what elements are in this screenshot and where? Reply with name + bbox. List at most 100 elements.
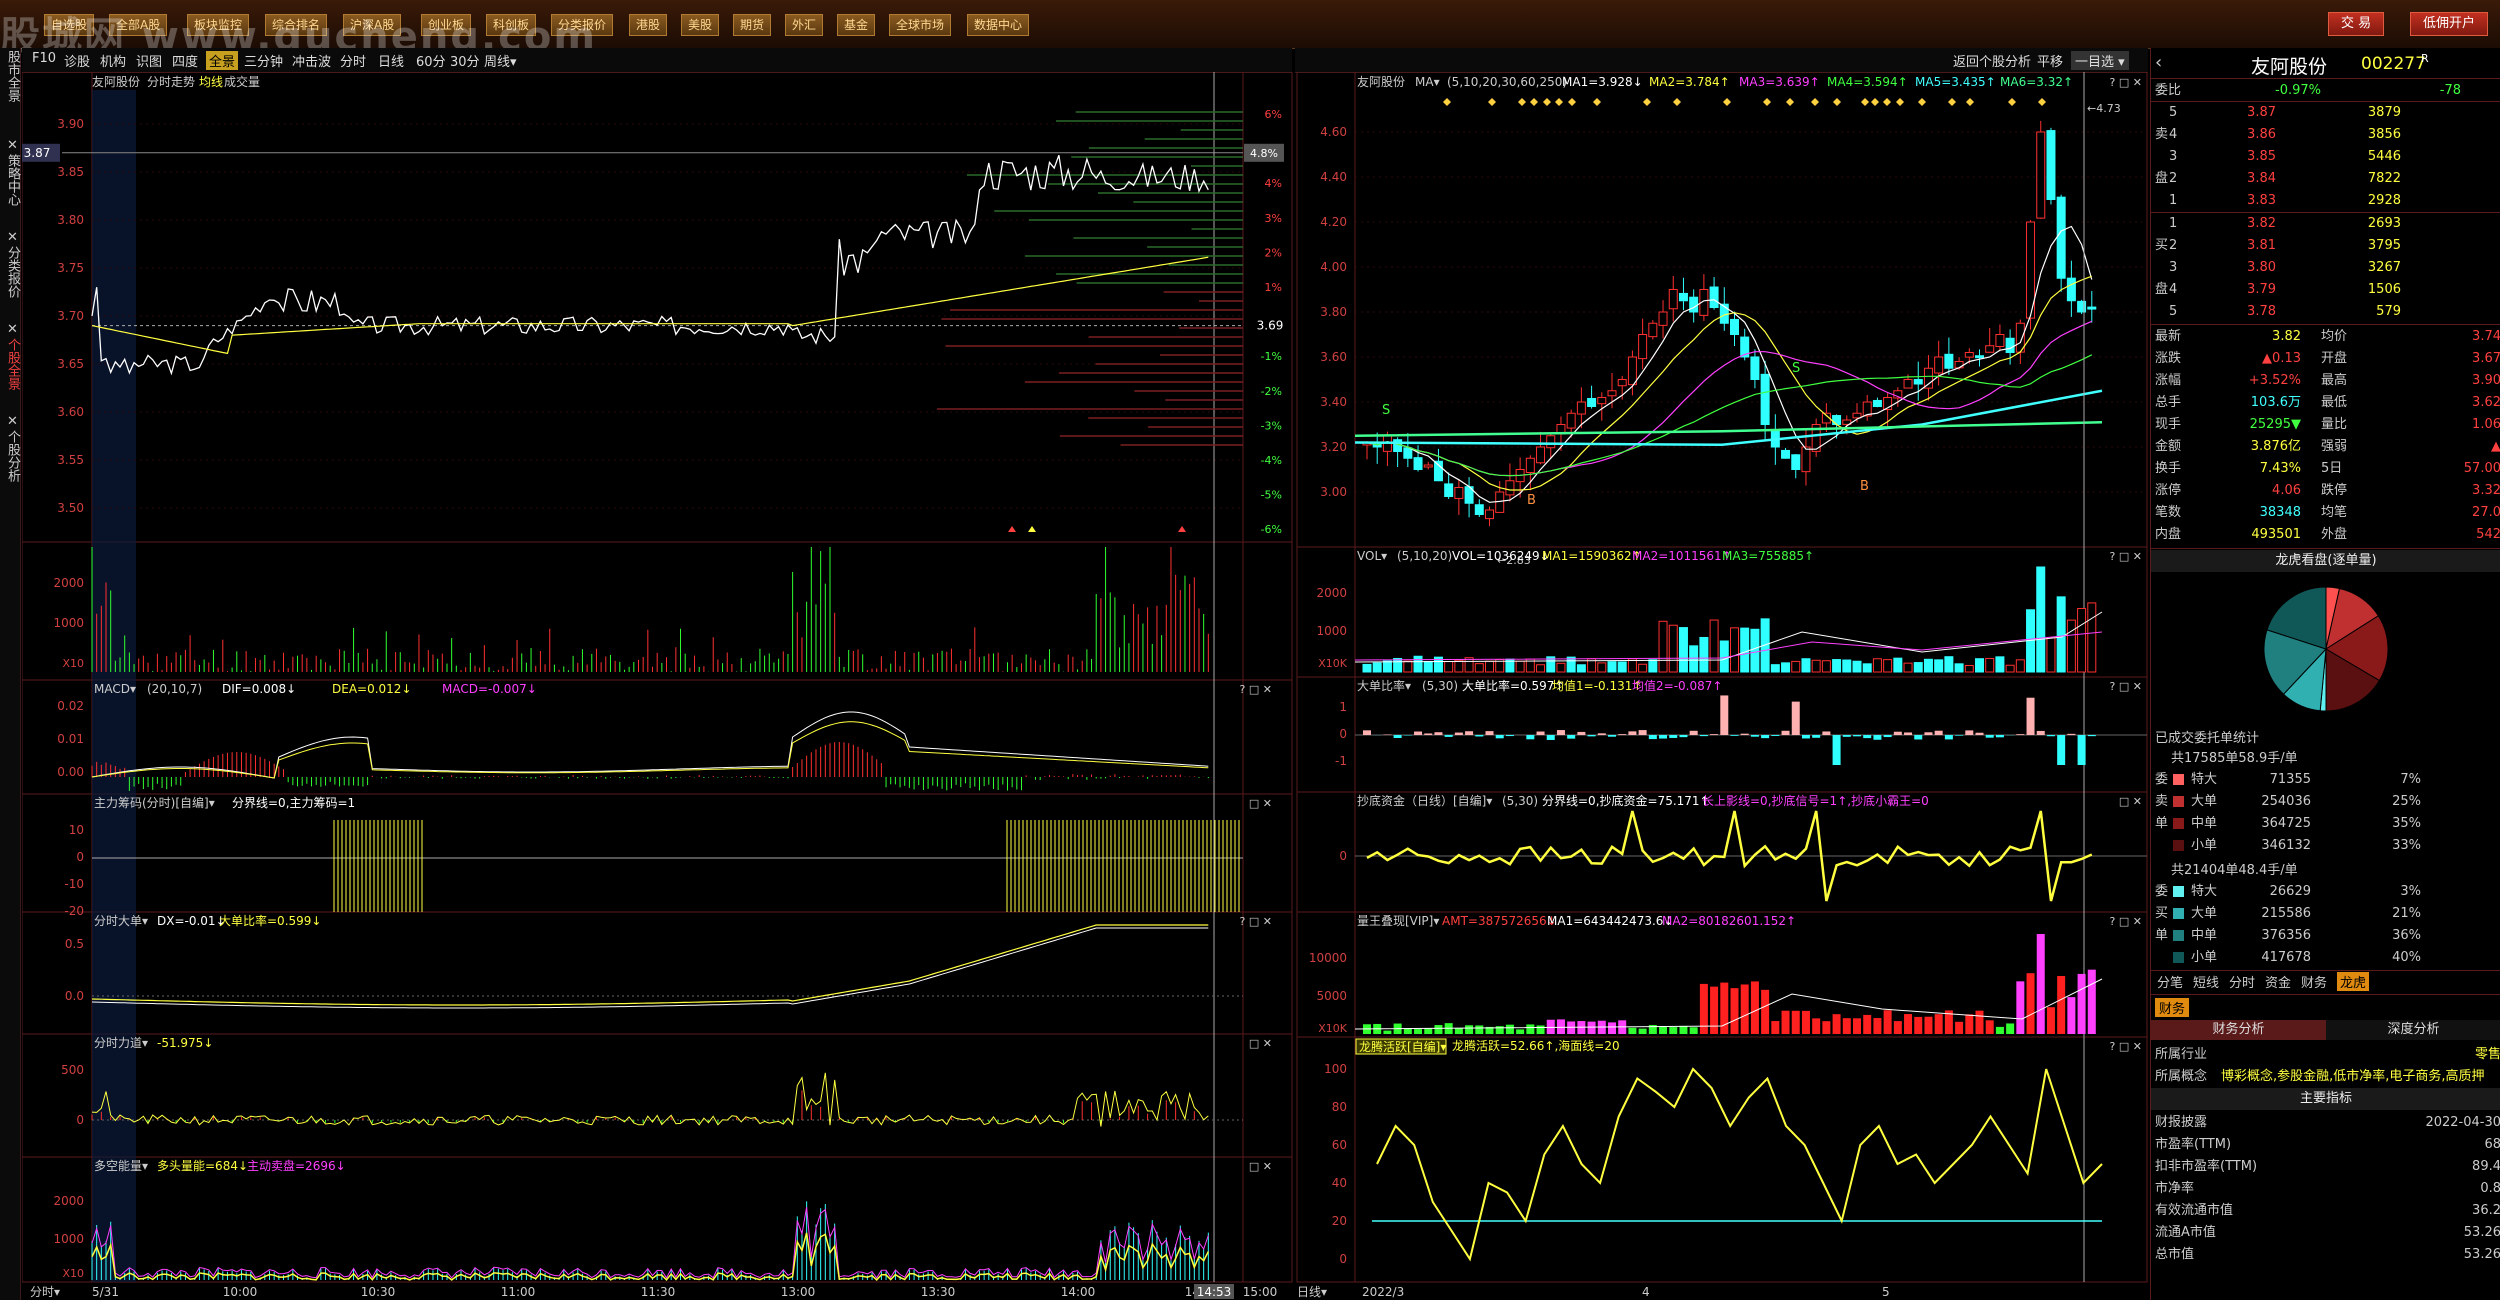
pct-tick: -3% [1261,419,1282,432]
pct-tick: 2% [1265,246,1282,259]
time-tick: 13:30 [921,1285,956,1299]
finance-row: 财报披露 2022-04-30 [2151,1112,2500,1133]
toolbar-item-8[interactable]: 分时 [340,51,366,70]
legend-swatch [2173,818,2184,829]
vol-bar [1648,659,1658,673]
finance-subtab-0[interactable]: 财务分析 [2151,1020,2326,1040]
quote-tab-4[interactable]: 财务 [2301,972,2327,991]
toolbar-item-1[interactable]: 诊股 [64,51,90,70]
menu-button-12[interactable]: 基金 [837,14,876,36]
buy-order-row-cell: 21% [2392,906,2421,921]
lw-bar [1679,1025,1688,1034]
toolbar-item-6[interactable]: 三分钟 [244,51,283,70]
finance-subtab-1[interactable]: 深度分析 [2326,1020,2500,1040]
legend-swatch [2173,908,2184,919]
dadan-tick: 0.0 [65,989,84,1003]
menu-button-14[interactable]: 数据中心 [967,14,1030,36]
sell-order-row: 委 特大 71355 7% [2151,769,2500,790]
menu-button-9[interactable]: 美股 [681,14,720,36]
quote-tab-1[interactable]: 短线 [2193,972,2219,991]
quote-tab-2[interactable]: 分时 [2229,972,2255,991]
prev-close-label: 3.69 [1257,319,1284,333]
current-price-tag: 3.87 [24,146,51,160]
daily-period-selector: 日线▾ [1297,1285,1327,1299]
sell-level-cell: 卖 [2155,127,2169,142]
close-icon[interactable]: ✕ [0,322,20,337]
quote-stat-cell: 5日 [2321,461,2343,476]
ma5-line [1366,225,2093,503]
pan-button[interactable]: 平移 [2037,51,2063,70]
quote-stat-cell: ▲ [2491,439,2500,454]
vol-bar [1454,659,1464,673]
toolbar-item-9[interactable]: 日线 [378,51,404,70]
ddbl-bar [1536,731,1545,735]
panel-frame [22,679,1293,795]
toolbar-item-3[interactable]: 识图 [136,51,162,70]
vol-tick: 1000 [53,616,84,630]
vol-bar [1362,663,1372,673]
quote-tab-0[interactable]: 分笔 [2157,972,2183,991]
toolbar-item-10[interactable]: 60分 [416,51,446,70]
panel-frame [22,911,1293,1035]
toolbar-item-5[interactable]: 全景 [206,51,239,70]
close-icon[interactable]: ✕ [0,138,20,153]
tab-category-quote[interactable]: 分类报价 [0,246,20,298]
open-account-button[interactable]: 低佣开户 [2410,12,2489,36]
toolbar-item-7[interactable]: 冲击波 [292,51,331,70]
bear-line [91,1207,1209,1279]
quote-panel: ‹ 友阿股份 002277 R 委比 -0.97% -78 5 3.87 3879 卖 4 3.… [2150,48,2500,1300]
vol-bar [1821,660,1831,673]
close-icon[interactable]: ✕ [0,414,20,429]
intraday-title: 友阿股份 [92,75,140,89]
lw-bar [1812,1018,1821,1034]
buy-order-row-cell: 26629 [2269,884,2311,899]
back-to-analysis-link[interactable]: 返回个股分析 [1953,51,2031,70]
quote-stat-cell: 493501 [2251,527,2301,542]
tab-market-overview[interactable]: 股市全景 [0,50,20,102]
lidao-name: 分时力道▾ [94,1036,148,1050]
menu-button-11[interactable]: 外汇 [785,14,824,36]
toolbar-item-12[interactable]: 周线▾ [484,51,517,70]
buy-level-cell: 3267 [2367,260,2401,275]
ddbl-bar [1363,730,1371,735]
buy-level-cell: 5 [2169,304,2178,319]
quote-tab-3[interactable]: 资金 [2265,972,2291,991]
panel-controls-icon: □ ✕ [2119,795,2142,808]
quote-tab-5[interactable]: 龙虎 [2337,972,2370,991]
back-arrow-icon[interactable]: ‹ [2155,52,2162,73]
panel-controls-icon: □ ✕ [1249,1160,1272,1173]
panel-controls-icon: ? □ ✕ [2110,550,2142,563]
lw-bar [1904,1014,1913,1034]
finance-row: 有效流通市值 36.2 [2151,1200,2500,1221]
menu-button-10[interactable]: 期货 [733,14,772,36]
sell-level-cell: 2928 [2367,193,2401,208]
close-icon[interactable]: ✕ [0,230,20,245]
price-tick: 3.60 [57,405,84,419]
lw-bar [1873,1018,1882,1034]
toolbar-item-2[interactable]: 机构 [100,51,126,70]
menu-button-13[interactable]: 全球市场 [889,14,952,36]
trade-button[interactable]: 交 易 [2328,12,2385,36]
menu-button-8[interactable]: 港股 [629,14,668,36]
sell-order-row-cell: 7% [2400,772,2421,787]
ddbl-bar [1444,735,1453,737]
tab-stock-analysis[interactable]: 个股分析 [0,430,20,482]
signal-diamond [1786,98,1794,106]
toolbar-item-0[interactable]: F10 [32,51,56,66]
candle-body [1872,399,1882,407]
finance-row-cell: 财报披露 [2155,1115,2208,1130]
legend-swatch [2173,886,2184,897]
vol-params: (5,10,20) [1397,549,1452,563]
tab-strategy-center[interactable]: 策略中心 [0,154,20,206]
tab-stock-overview[interactable]: 个股全景 [0,338,20,390]
lw-amt: AMT=387572656↓ [1442,914,1557,928]
ddbl-bar [1975,732,1984,735]
quick-select-dropdown[interactable]: 一目选 ▾ [2071,51,2129,70]
finance-tab[interactable]: 财务 [2155,998,2190,1017]
quote-stat: 笔数 38348 均笔 27.0 [2151,502,2500,523]
toolbar-item-4[interactable]: 四度 [172,51,198,70]
left-nav-tabs: 股市全景 ✕ 策略中心 ✕ 分类报价 ✕ 个股全景 ✕ 个股分析 [0,48,21,1300]
quote-stat-cell: 开盘 [2321,351,2348,366]
signal-diamond [1896,98,1904,106]
toolbar-item-11[interactable]: 30分 [450,51,480,70]
